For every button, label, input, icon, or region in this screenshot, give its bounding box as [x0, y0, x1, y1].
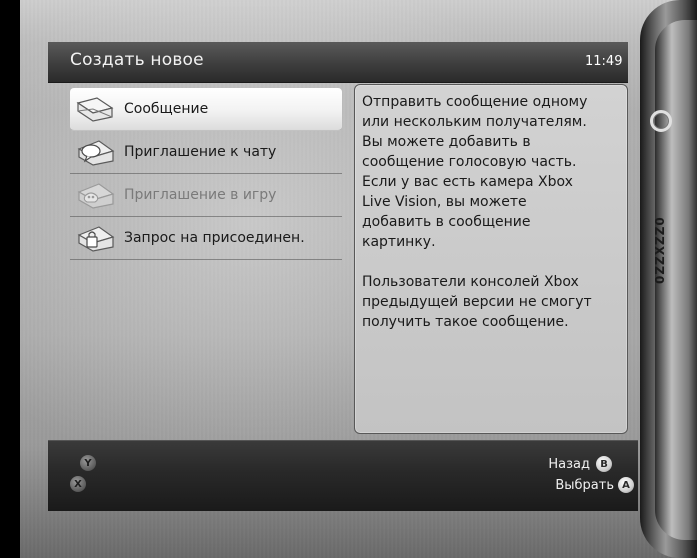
menu-item-message[interactable]: Сообщение — [70, 88, 342, 131]
chat-invite-icon — [74, 136, 116, 168]
description-text: Отправить сообщение одному или нескольки… — [362, 94, 592, 330]
clock: 11:49 — [585, 54, 623, 69]
menu-item-label: Приглашение в игру — [124, 187, 277, 203]
footer-bar — [48, 440, 638, 511]
side-vertical-label: 0ZZXZZ0 — [653, 216, 667, 284]
back-hint-label: Назад — [548, 457, 590, 472]
screen: 0ZZXZZ0 Создать новое 11:49 Сообщение Пр… — [0, 0, 697, 558]
a-button-icon[interactable]: A — [618, 477, 634, 493]
menu-item-game-invite[interactable]: Приглашение в игру — [70, 174, 342, 217]
select-hint-label: Выбрать — [555, 478, 614, 493]
menu-item-label: Запрос на присоединен. — [124, 230, 305, 246]
envelope-icon — [74, 93, 116, 125]
ring-icon — [650, 110, 672, 132]
b-button-icon[interactable]: B — [596, 456, 612, 472]
x-button-icon[interactable]: X — [70, 476, 86, 492]
menu-item-chat-invite[interactable]: Приглашение к чату — [70, 131, 342, 174]
join-request-icon — [74, 222, 116, 254]
menu-item-label: Сообщение — [124, 101, 209, 117]
create-new-menu: Сообщение Приглашение к чату Приглашение… — [70, 88, 342, 260]
y-button-icon[interactable]: Y — [80, 455, 96, 471]
page-title: Создать новое — [70, 50, 204, 70]
game-invite-icon — [74, 179, 116, 211]
menu-item-join-request[interactable]: Запрос на присоединен. — [70, 217, 342, 260]
menu-item-label: Приглашение к чату — [124, 144, 277, 160]
